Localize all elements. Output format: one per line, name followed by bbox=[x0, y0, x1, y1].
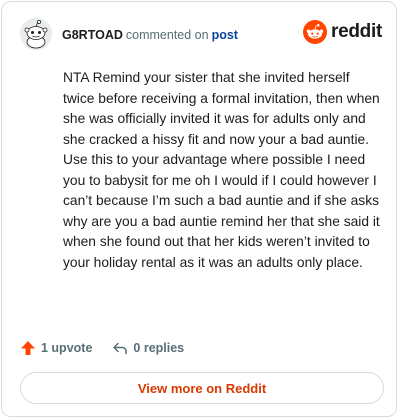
comment-header: G8RTOAD commented on post bbox=[62, 28, 238, 42]
reply-arrow-icon bbox=[113, 342, 128, 355]
replies-button[interactable]: 0 replies bbox=[112, 340, 184, 356]
view-more-button[interactable]: View more on Reddit bbox=[20, 372, 384, 404]
post-link[interactable]: post bbox=[212, 28, 238, 42]
comment-body: NTA Remind your sister that she invited … bbox=[63, 70, 380, 270]
reddit-brand[interactable]: reddit bbox=[303, 20, 382, 44]
comment-embed-card: G8RTOAD commented on post reddit NTA Remin… bbox=[1, 1, 397, 417]
username-link[interactable]: G8RTOAD bbox=[62, 28, 123, 42]
commented-on-text: commented on bbox=[125, 28, 209, 42]
upvote-arrow-icon bbox=[21, 341, 35, 355]
replies-count: 0 replies bbox=[133, 341, 185, 355]
upvote-button[interactable]: 1 upvote bbox=[20, 340, 92, 356]
reddit-logo-icon bbox=[303, 20, 328, 44]
reddit-wordmark: reddit bbox=[331, 21, 382, 42]
user-avatar-icon[interactable] bbox=[20, 18, 52, 50]
upvote-count: 1 upvote bbox=[41, 341, 93, 355]
comment-actions: 1 upvote 0 replies bbox=[20, 340, 184, 356]
